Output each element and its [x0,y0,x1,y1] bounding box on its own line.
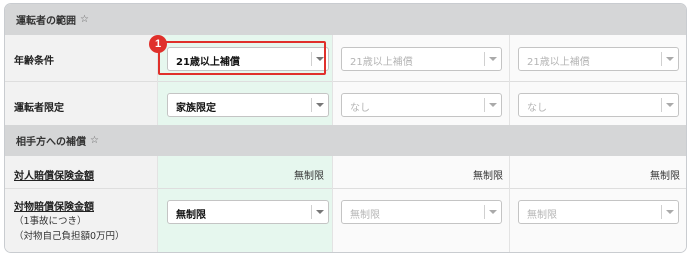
chevron-down-icon [316,210,324,214]
label-cell: 対人賠償保険金額 [5,156,157,188]
select-divider [661,52,662,66]
age-condition-select-plan-2[interactable]: 21歳以上補償 [341,47,502,71]
label-cell: 運転者限定 [5,82,157,125]
select-divider [311,205,312,219]
driver-limit-label: 運転者限定 [14,103,64,114]
section-title: 運転者の範囲 [16,16,76,27]
plan-1-cell: 無制限 [158,156,332,188]
chevron-down-icon [489,103,497,107]
age-condition-label: 年齢条件 [14,56,54,67]
chevron-down-icon [666,57,674,61]
property-liability-select-plan-2[interactable]: 無制限 [341,200,502,224]
property-liability-select-plan-1[interactable]: 無制限 [167,200,329,224]
label-cell: 対物賠償保険金額 （1事故につき） （対物自己負担額0万円） [5,189,157,252]
selected-value: 家族限定 [176,103,216,114]
selected-value: なし [350,103,370,114]
select-divider [661,98,662,112]
selected-value: 無制限 [176,210,206,221]
select-divider [311,98,312,112]
row-age-condition: 年齢条件 21歳以上補償 21歳以上補償 21歳以上補償 [5,35,686,81]
label-cell: 年齢条件 [5,35,157,81]
step-badge: 1 [149,35,167,53]
row-driver-limit: 運転者限定 家族限定 なし なし [5,82,686,125]
select-divider [484,205,485,219]
driver-limit-select-plan-3[interactable]: なし [518,93,679,117]
selected-value: 21歳以上補償 [350,57,413,68]
row-property-liability: 対物賠償保険金額 （1事故につき） （対物自己負担額0万円） 無制限 無制限 無… [5,189,686,252]
driver-limit-select-plan-1[interactable]: 家族限定 [167,93,329,117]
plan-3-cell: 無制限 [510,156,686,188]
section-header-compensation: 相手方への補償 ☆ [5,125,686,156]
property-liability-link[interactable]: 対物賠償保険金額 [14,198,94,213]
highlight-box [158,41,326,75]
selected-value: 無制限 [350,210,380,221]
chevron-down-icon [666,103,674,107]
section-title: 相手方への補償 [16,137,86,148]
driver-limit-select-plan-2[interactable]: なし [341,93,502,117]
section-header-driver-scope: 運転者の範囲 ☆ [5,4,686,35]
row-bodily-liability: 対人賠償保険金額 無制限 無制限 無制限 [5,156,686,188]
age-condition-select-plan-3[interactable]: 21歳以上補償 [518,47,679,71]
bodily-liability-link[interactable]: 対人賠償保険金額 [14,167,94,182]
column-divider [332,156,333,252]
selected-value: 無制限 [527,210,557,221]
star-icon: ☆ [90,135,99,146]
chevron-down-icon [316,103,324,107]
column-divider [157,156,158,252]
column-divider [509,156,510,252]
select-divider [484,52,485,66]
select-divider [484,98,485,112]
chevron-down-icon [489,210,497,214]
property-liability-note-1: （1事故につき） [14,216,87,227]
star-icon: ☆ [80,14,89,25]
selected-value: 21歳以上補償 [527,57,590,68]
selected-value: なし [527,103,547,114]
select-divider [661,205,662,219]
bodily-liability-value: 無制限 [294,171,324,182]
property-liability-select-plan-3[interactable]: 無制限 [518,200,679,224]
property-liability-note-2: （対物自己負担額0万円） [14,231,125,242]
chevron-down-icon [489,57,497,61]
bodily-liability-value: 無制限 [473,171,503,182]
column-divider [509,35,510,125]
insurance-comparison-table: 運転者の範囲 ☆ 年齢条件 21歳以上補償 21歳以上補償 21歳以上補償 運転 [4,3,687,253]
chevron-down-icon [666,210,674,214]
column-divider [332,35,333,125]
bodily-liability-value: 無制限 [650,171,680,182]
plan-2-cell: 無制限 [333,156,509,188]
